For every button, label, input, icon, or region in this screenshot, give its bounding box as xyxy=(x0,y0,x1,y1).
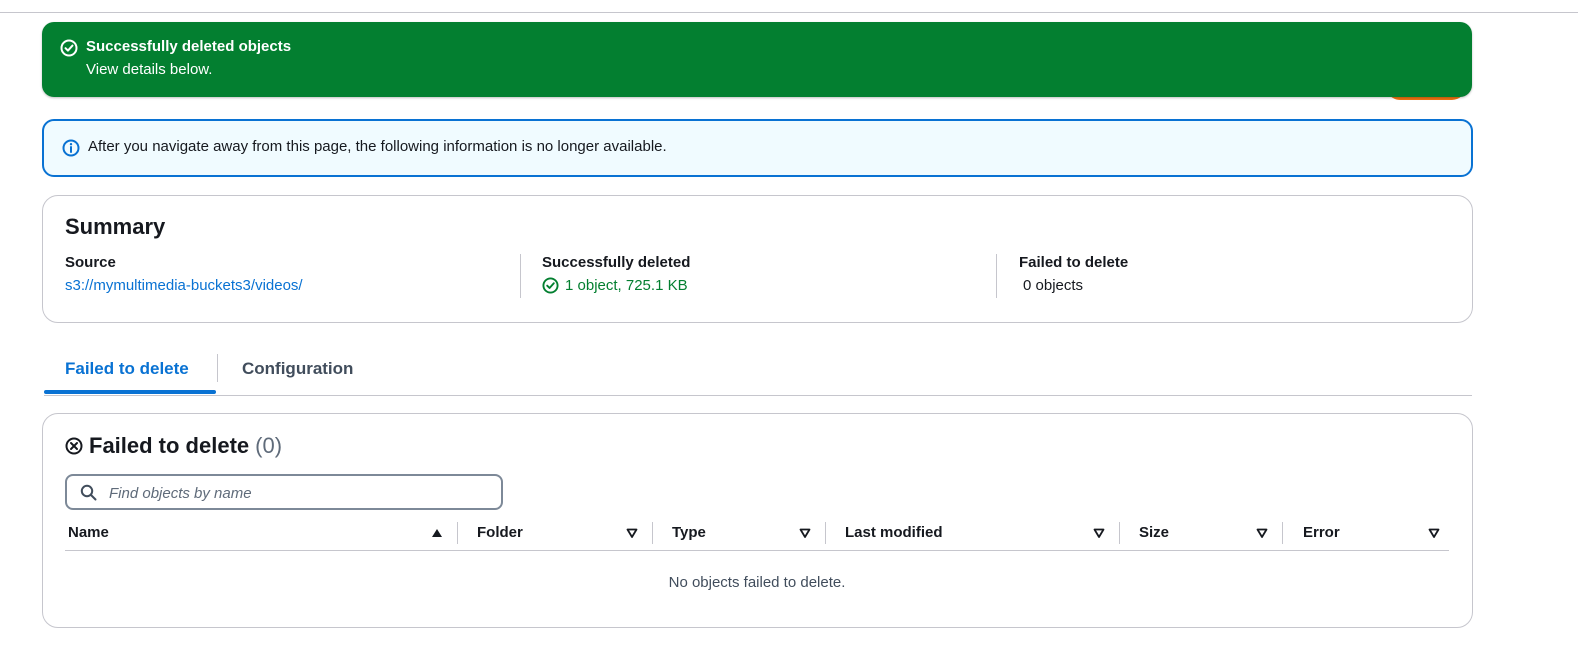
summary-container: Summary Source s3://mymultimedia-buckets… xyxy=(42,195,1473,323)
success-flash-banner: Successfully deleted objects View detail… xyxy=(42,22,1472,97)
flash-title: Successfully deleted objects xyxy=(86,38,292,55)
summary-failed: Failed to delete 0 objects xyxy=(1019,254,1128,294)
column-header-last-modified[interactable]: Last modified xyxy=(845,524,943,541)
summary-title: Summary xyxy=(65,214,166,239)
sort-icon[interactable] xyxy=(626,527,638,539)
info-message: After you navigate away from this page, … xyxy=(88,138,667,155)
column-header-name[interactable]: Name xyxy=(68,524,109,541)
summary-source: Source s3://mymultimedia-buckets3/videos… xyxy=(65,254,303,294)
deleted-value: 1 object, 725.1 KB xyxy=(565,277,688,294)
info-alert: After you navigate away from this page, … xyxy=(42,119,1473,177)
tab-failed-to-delete[interactable]: Failed to delete xyxy=(65,359,189,379)
deleted-label: Successfully deleted xyxy=(542,254,691,271)
column-resizer[interactable] xyxy=(825,522,826,544)
search-input[interactable] xyxy=(107,480,491,506)
failed-to-delete-container: Failed to delete (0) Name Folder Type La… xyxy=(42,413,1473,628)
summary-deleted: Successfully deleted 1 object, 725.1 KB xyxy=(542,254,690,294)
tab-separator xyxy=(217,354,218,382)
column-header-folder[interactable]: Folder xyxy=(477,524,523,541)
sort-icon[interactable] xyxy=(1093,527,1105,539)
flash-message: View details below. xyxy=(86,61,213,78)
failed-label: Failed to delete xyxy=(1019,254,1129,271)
sort-icon[interactable] xyxy=(1428,527,1440,539)
column-resizer[interactable] xyxy=(1119,522,1120,544)
column-divider xyxy=(520,254,521,298)
active-tab-indicator xyxy=(44,390,216,394)
sort-icon[interactable] xyxy=(1256,527,1268,539)
success-check-icon xyxy=(542,277,559,294)
sort-icon[interactable] xyxy=(799,527,811,539)
failed-header: Failed to delete (0) xyxy=(65,433,282,459)
column-resizer[interactable] xyxy=(1282,522,1283,544)
source-label: Source xyxy=(65,254,116,271)
column-divider xyxy=(996,254,997,298)
failed-value: 0 objects xyxy=(1023,277,1084,294)
sort-ascending-icon[interactable] xyxy=(431,527,443,539)
search-icon xyxy=(80,484,97,501)
column-header-size[interactable]: Size xyxy=(1139,524,1169,541)
top-divider xyxy=(0,12,1578,13)
empty-state-message: No objects failed to delete. xyxy=(668,574,846,591)
info-icon xyxy=(62,139,80,157)
table-header: Name Folder Type Last modified Size Erro… xyxy=(65,520,1449,551)
tabs-bar: Failed to delete Configuration xyxy=(44,345,1472,396)
column-resizer[interactable] xyxy=(457,522,458,544)
search-field[interactable] xyxy=(65,474,503,510)
check-circle-icon xyxy=(60,39,78,57)
failed-count: (0) xyxy=(255,433,283,458)
tab-configuration[interactable]: Configuration xyxy=(242,359,353,379)
column-header-type[interactable]: Type xyxy=(672,524,706,541)
source-link[interactable]: s3://mymultimedia-buckets3/videos/ xyxy=(65,277,303,294)
failed-title: Failed to delete xyxy=(89,433,250,458)
column-header-error[interactable]: Error xyxy=(1303,524,1340,541)
x-circle-icon xyxy=(65,437,83,455)
column-resizer[interactable] xyxy=(652,522,653,544)
